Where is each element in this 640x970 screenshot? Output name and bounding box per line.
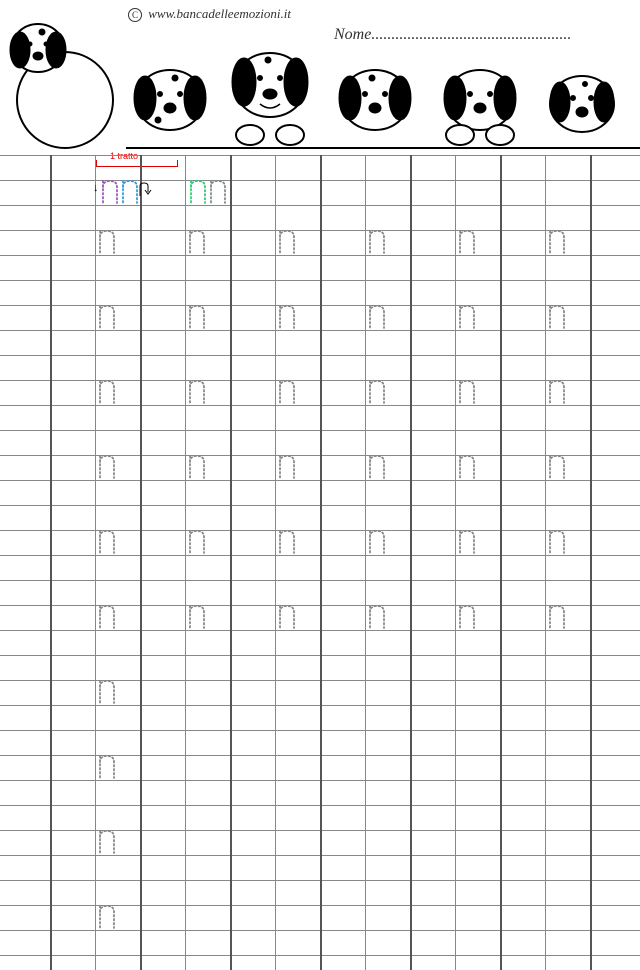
grid-vline-thick [410,155,412,970]
practice-letter-n [367,529,387,555]
practice-letter-n [97,379,117,405]
practice-letter-n [97,604,117,630]
practice-letter-n [457,604,477,630]
practice-letter-n [367,454,387,480]
practice-letter-n [367,379,387,405]
grid-vline-thin [455,155,456,970]
practice-letter-n [277,454,297,480]
guide-letter-n [120,179,140,205]
practice-letter-n [187,529,207,555]
practice-letter-n [277,604,297,630]
worksheet-header: C www.bancadelleemozioni.it Nome........… [0,0,640,155]
practice-letter-n [97,829,117,855]
practice-letter-n [457,229,477,255]
practice-letter-n [97,679,117,705]
grid-vline-thick [230,155,232,970]
grid-vline-thin [545,155,546,970]
grid-vline-thick [590,155,592,970]
practice-letter-n [457,529,477,555]
practice-letter-n [187,454,207,480]
grid-vline-thin [365,155,366,970]
guide-letter-n [100,179,120,205]
practice-letter-n [97,904,117,930]
stroke-arrow-down-icon: ↓ [93,182,99,194]
guide-letter-n [208,179,228,205]
practice-grid: ↓ [0,155,640,970]
practice-letter-n [277,379,297,405]
practice-letter-n [547,379,567,405]
grid-vline-thick [140,155,142,970]
grid-vline-thin [185,155,186,970]
practice-letter-n [547,304,567,330]
grid-vline-thin [275,155,276,970]
practice-letter-n [97,529,117,555]
practice-letter-n [187,229,207,255]
practice-letter-n [97,754,117,780]
practice-letter-n [547,454,567,480]
practice-letter-n [97,304,117,330]
practice-letter-n [97,229,117,255]
grid-vline-thin [95,155,96,970]
practice-letter-n [277,304,297,330]
practice-letter-n [277,529,297,555]
stroke-arrow-curve-icon [138,182,152,205]
practice-letter-n [457,379,477,405]
grid-vline-thick [500,155,502,970]
practice-letter-n [187,604,207,630]
practice-letter-n [547,529,567,555]
practice-letter-n [457,454,477,480]
grid-vline-thick [320,155,322,970]
practice-letter-n [367,304,387,330]
dalmatian-puppies-illustration [0,0,640,160]
practice-letter-n [547,229,567,255]
guide-letter-n [188,179,208,205]
practice-letter-n [97,454,117,480]
practice-letter-n [187,379,207,405]
practice-letter-n [367,604,387,630]
practice-letter-n [367,229,387,255]
practice-letter-n [187,304,207,330]
practice-letter-n [277,229,297,255]
practice-letter-n [457,304,477,330]
grid-vline-thick [50,155,52,970]
practice-letter-n [547,604,567,630]
